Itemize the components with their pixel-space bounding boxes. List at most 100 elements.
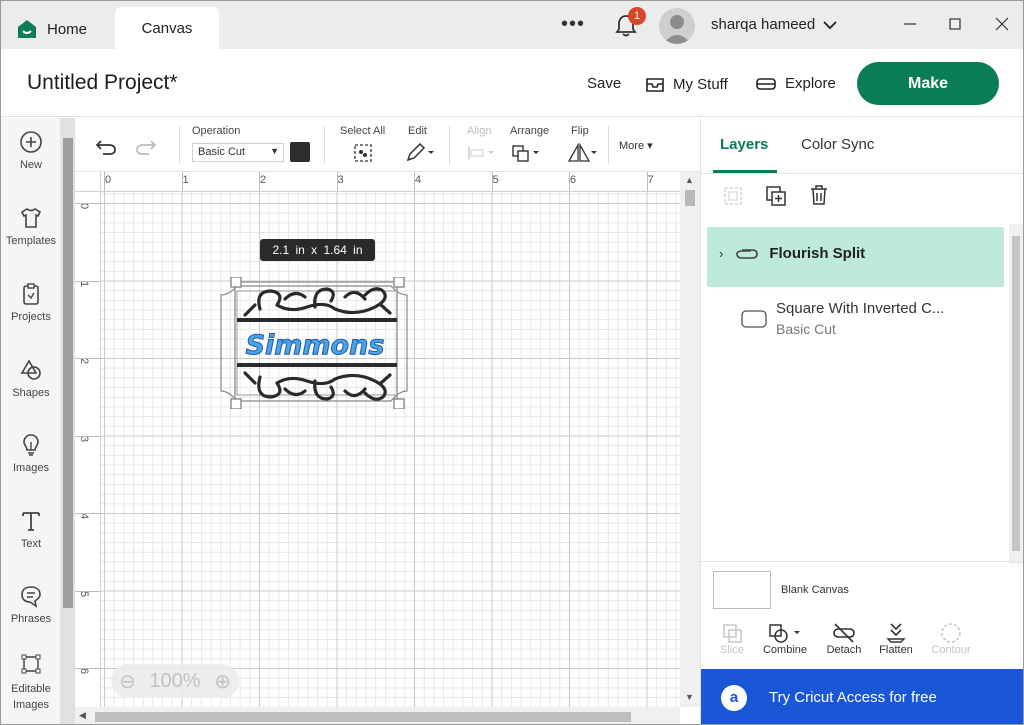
detach-button[interactable]: Detach bbox=[814, 622, 874, 656]
home-logo-icon bbox=[18, 20, 36, 38]
trash-icon[interactable] bbox=[808, 184, 830, 206]
more-options-icon[interactable]: ••• bbox=[561, 13, 585, 36]
sidebar-scrollbar[interactable] bbox=[61, 118, 75, 724]
undo-icon[interactable] bbox=[95, 138, 117, 156]
sidebar-label-phrases: Phrases bbox=[10, 613, 52, 625]
blank-canvas-swatch[interactable] bbox=[713, 571, 771, 609]
ruler-tick-label: 0 bbox=[105, 174, 112, 186]
minimize-icon[interactable] bbox=[901, 15, 919, 33]
maximize-icon[interactable] bbox=[946, 15, 964, 33]
resize-handle-top-right[interactable] bbox=[393, 277, 405, 288]
ruler-tick bbox=[336, 172, 338, 191]
flatten-button[interactable]: Flatten bbox=[866, 622, 926, 656]
ruler-tick bbox=[104, 172, 105, 191]
avatar[interactable] bbox=[659, 8, 695, 44]
scroll-down-icon[interactable]: ▼ bbox=[685, 692, 694, 702]
cricut-access-banner[interactable]: a Try Cricut Access for free bbox=[701, 669, 1023, 724]
sidebar-item-shapes[interactable]: Shapes bbox=[1, 358, 61, 399]
sidebar-item-phrases[interactable]: Phrases bbox=[1, 584, 61, 625]
ruler-tick bbox=[75, 668, 100, 669]
layers-scroll-thumb[interactable] bbox=[1012, 236, 1020, 551]
canvas-grid[interactable] bbox=[101, 192, 680, 707]
sidebar-scroll-thumb[interactable] bbox=[63, 138, 73, 608]
ruler-tick bbox=[181, 172, 183, 191]
link-icon bbox=[736, 248, 759, 259]
zoom-in-icon[interactable]: ⊕ bbox=[214, 669, 231, 694]
resize-handle-bottom-left[interactable] bbox=[230, 398, 242, 409]
design-object[interactable]: Simmons bbox=[215, 277, 415, 409]
arrange-icon[interactable] bbox=[511, 143, 541, 163]
duplicate-icon[interactable] bbox=[765, 185, 787, 207]
layer-row-flourish-split[interactable]: › Flourish Split bbox=[707, 227, 1004, 287]
project-title[interactable]: Untitled Project* bbox=[27, 71, 178, 95]
flatten-label: Flatten bbox=[879, 644, 913, 656]
sidebar-item-projects[interactable]: Projects bbox=[1, 282, 61, 323]
tabs-divider bbox=[701, 173, 1023, 174]
canvas-horizontal-scrollbar[interactable]: ◀ bbox=[75, 707, 680, 724]
ruler-tick bbox=[646, 172, 648, 191]
scroll-left-icon[interactable]: ◀ bbox=[79, 710, 86, 721]
ruler-tick bbox=[75, 590, 100, 592]
select-all-icon[interactable] bbox=[353, 143, 373, 163]
canvas-vscroll-thumb[interactable] bbox=[685, 190, 695, 206]
tab-color-sync[interactable]: Color Sync bbox=[801, 136, 874, 153]
flip-icon[interactable] bbox=[567, 143, 597, 163]
access-logo-icon: a bbox=[721, 684, 747, 711]
lightbulb-icon bbox=[23, 434, 39, 456]
align-label: Align bbox=[467, 125, 492, 137]
user-icon bbox=[663, 15, 691, 44]
group-icon[interactable] bbox=[722, 185, 744, 207]
explore-button[interactable]: Explore bbox=[755, 75, 836, 92]
canvas-hscroll-thumb[interactable] bbox=[95, 712, 631, 722]
contour-label: Contour bbox=[931, 644, 971, 656]
sidebar-item-templates[interactable]: Templates bbox=[1, 206, 61, 247]
contour-icon bbox=[941, 623, 961, 643]
make-label: Make bbox=[907, 74, 949, 92]
layer-row-square[interactable]: Square With Inverted C... Basic Cut bbox=[707, 294, 1004, 344]
expand-chevron-icon[interactable]: › bbox=[719, 246, 723, 261]
user-menu[interactable]: sharqa hameed bbox=[711, 16, 837, 33]
combine-button[interactable]: Combine bbox=[755, 622, 815, 656]
redo-icon[interactable] bbox=[135, 138, 157, 156]
more-label: More bbox=[619, 140, 645, 152]
tab-canvas[interactable]: Canvas bbox=[115, 7, 219, 49]
ruler-tick bbox=[569, 172, 570, 191]
left-sidebar: New Templates Projects Shapes Images Tex… bbox=[1, 118, 61, 724]
contour-button[interactable]: Contour bbox=[921, 622, 981, 656]
flip-label: Flip bbox=[571, 125, 589, 137]
ruler-tick bbox=[75, 203, 100, 204]
text-icon bbox=[22, 512, 40, 531]
align-icon[interactable] bbox=[467, 145, 495, 161]
canvas-vertical-scrollbar[interactable]: ▲ ▼ bbox=[680, 172, 700, 707]
layers-scrollbar[interactable] bbox=[1009, 224, 1023, 564]
blank-canvas-label: Blank Canvas bbox=[781, 584, 849, 596]
sidebar-label-projects: Projects bbox=[11, 311, 51, 323]
sidebar-item-images[interactable]: Images bbox=[1, 433, 61, 474]
user-name: sharqa hameed bbox=[711, 16, 816, 33]
slice-icon bbox=[723, 624, 742, 643]
sidebar-item-text[interactable]: Text bbox=[1, 509, 61, 550]
tab-layers[interactable]: Layers bbox=[720, 136, 768, 153]
tab-home[interactable]: Home bbox=[7, 9, 97, 49]
save-button[interactable]: Save bbox=[587, 75, 621, 92]
more-button[interactable]: More ▾ bbox=[619, 139, 653, 152]
slice-button[interactable]: Slice bbox=[702, 622, 762, 656]
my-stuff-button[interactable]: My Stuff bbox=[645, 75, 728, 93]
edit-toolbar: Operation Basic Cut ▼ Select All Edit Al… bbox=[75, 118, 700, 172]
machine-icon bbox=[756, 77, 776, 90]
resize-handle-top-left[interactable] bbox=[230, 277, 242, 288]
close-icon[interactable] bbox=[993, 15, 1011, 33]
flatten-icon bbox=[886, 623, 906, 643]
zoom-out-icon[interactable]: ⊖ bbox=[119, 669, 136, 694]
sidebar-item-editable-images[interactable]: Editable Images bbox=[1, 652, 61, 713]
sidebar-item-new[interactable]: New bbox=[1, 130, 61, 171]
resize-handle-bottom-right[interactable] bbox=[393, 398, 405, 409]
operation-select[interactable]: Basic Cut ▼ bbox=[192, 143, 284, 162]
inbox-icon bbox=[646, 78, 664, 92]
sidebar-label-images: Images bbox=[12, 462, 50, 474]
color-swatch[interactable] bbox=[290, 142, 310, 162]
scroll-up-icon[interactable]: ▲ bbox=[685, 175, 694, 185]
pencil-icon[interactable] bbox=[405, 143, 435, 163]
make-button[interactable]: Make bbox=[857, 62, 999, 105]
arrange-label: Arrange bbox=[510, 125, 550, 137]
